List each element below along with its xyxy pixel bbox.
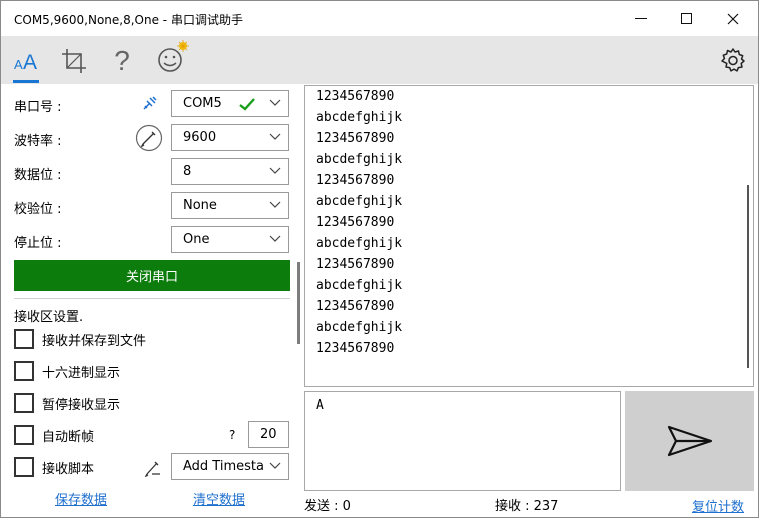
receive-line: abcdefghijk (316, 110, 403, 125)
receive-settings-heading: 接收区设置. (14, 310, 84, 325)
close-icon (727, 13, 739, 24)
baud-edit-button[interactable] (135, 124, 163, 156)
tab-crop[interactable] (60, 46, 88, 76)
left-panel-scrollbar[interactable] (297, 262, 300, 344)
parity-select-value: None (183, 198, 217, 213)
hex-display-checkbox[interactable] (14, 361, 34, 381)
port-select-value: COM5 (183, 96, 222, 111)
smiley-icon (158, 40, 189, 72)
script-select-value: Add Timesta (183, 459, 264, 474)
receive-textbox[interactable]: 1234567890 abcdefghijk 1234567890 abcdef… (304, 85, 754, 387)
save-to-file-label: 接收并保存到文件 (42, 334, 147, 349)
settings-button[interactable] (718, 45, 748, 75)
receive-line: abcdefghijk (316, 320, 403, 335)
receive-line: 1234567890 (316, 341, 395, 356)
script-select[interactable]: Add Timesta (171, 453, 289, 480)
chevron-down-icon (269, 462, 281, 469)
port-refresh-button[interactable] (141, 94, 159, 116)
send-text: A (316, 398, 324, 413)
tab-help[interactable]: ? (108, 45, 136, 76)
receive-line: abcdefghijk (316, 194, 403, 209)
receive-script-label: 接收脚本 (42, 462, 95, 477)
divider (14, 298, 290, 299)
chevron-down-icon (269, 201, 281, 208)
port-label: 串口号 : (14, 100, 62, 115)
auto-frame-input[interactable]: 20 (248, 421, 289, 448)
auto-frame-label: 自动断帧 (42, 430, 95, 445)
close-window-button[interactable] (710, 1, 756, 36)
minimize-button[interactable] (618, 1, 664, 36)
receive-scrollbar[interactable] (747, 185, 749, 368)
parity-select[interactable]: None (171, 192, 289, 219)
maximize-button[interactable] (664, 1, 710, 36)
received-count: 接收 : 237 (495, 499, 559, 514)
tab-emoji[interactable] (155, 40, 191, 76)
close-port-button[interactable]: 关闭串口 (14, 260, 290, 291)
hex-display-label: 十六进制显示 (42, 366, 121, 381)
baud-select[interactable]: 9600 (171, 124, 289, 151)
receive-line: 1234567890 (316, 299, 395, 314)
clear-data-link[interactable]: 清空数据 (193, 489, 245, 508)
send-icon (667, 425, 712, 457)
receive-line: 1234567890 (316, 131, 395, 146)
minimize-icon (635, 17, 647, 19)
chevron-down-icon (269, 133, 281, 140)
pause-display-checkbox[interactable] (14, 393, 34, 413)
databits-select-value: 8 (183, 164, 192, 179)
chevron-down-icon (269, 167, 281, 174)
databits-select[interactable]: 8 (171, 158, 289, 185)
chevron-down-icon (269, 235, 281, 242)
save-data-link[interactable]: 保存数据 (55, 489, 107, 508)
receive-line: abcdefghijk (316, 278, 403, 293)
pause-display-label: 暂停接收显示 (42, 398, 121, 413)
receive-line: abcdefghijk (316, 236, 403, 251)
maximize-icon (681, 12, 692, 24)
font-icon: A A (14, 51, 37, 73)
save-to-file-checkbox[interactable] (14, 329, 34, 349)
svg-text:A: A (14, 57, 23, 72)
edit-pen-icon (135, 124, 163, 152)
help-icon: ? (114, 45, 130, 76)
check-icon (239, 98, 255, 111)
parity-label: 校验位 : (14, 202, 62, 217)
reset-count-link[interactable]: 复位计数 (692, 496, 744, 515)
stopbits-label: 停止位 : (14, 236, 62, 251)
baud-select-value: 9600 (183, 130, 217, 145)
receive-line: abcdefghijk (316, 152, 403, 167)
send-button[interactable] (625, 391, 754, 491)
tab-font[interactable]: A A (12, 46, 40, 76)
script-edit-button[interactable] (143, 457, 163, 481)
send-textbox[interactable]: A (304, 391, 621, 491)
gear-icon (721, 48, 745, 72)
baud-label: 波特率 : (14, 134, 62, 149)
auto-frame-value: 20 (260, 427, 277, 442)
receive-script-checkbox[interactable] (14, 457, 34, 477)
receive-line: 1234567890 (316, 173, 395, 188)
sent-count: 发送 : 0 (304, 499, 351, 514)
databits-label: 数据位 : (14, 168, 62, 183)
edit-pen-icon (144, 461, 160, 478)
receive-line: 1234567890 (316, 89, 395, 104)
receive-line: 1234567890 (316, 215, 395, 230)
chevron-down-icon (269, 99, 281, 106)
plug-icon (143, 96, 157, 110)
active-tab-indicator (13, 80, 39, 83)
stopbits-select[interactable]: One (171, 226, 289, 253)
svg-text:A: A (23, 51, 37, 73)
window-title: COM5,9600,None,8,One - 串口调试助手 (14, 13, 243, 27)
auto-frame-checkbox[interactable] (14, 425, 34, 445)
port-select[interactable]: COM5 (171, 90, 289, 117)
auto-frame-help[interactable]: ? (229, 428, 235, 442)
receive-line: 1234567890 (316, 257, 395, 272)
stopbits-select-value: One (183, 232, 210, 247)
crop-icon (62, 49, 86, 73)
